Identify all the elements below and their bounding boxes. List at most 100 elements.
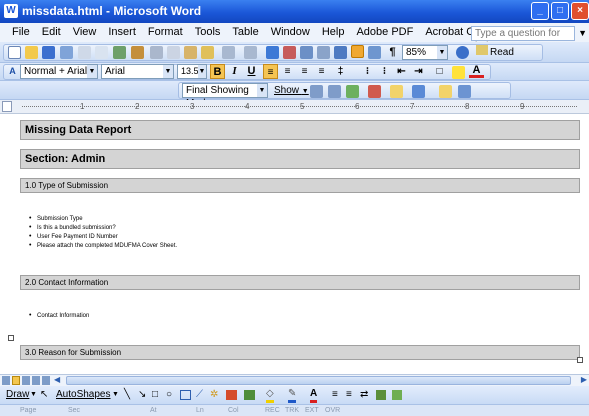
menu-insert[interactable]: Insert xyxy=(108,23,136,42)
accept-change-icon[interactable] xyxy=(346,85,359,98)
styles-pane-icon[interactable]: A xyxy=(5,64,20,79)
insert-table-icon[interactable] xyxy=(300,46,313,59)
horizontal-ruler[interactable]: 1 2 3 4 5 6 7 8 9 xyxy=(0,100,589,114)
show-hide-icon[interactable]: ¶ xyxy=(385,45,400,60)
line-tool-icon[interactable]: ╲ xyxy=(124,386,130,404)
track-changes-icon[interactable] xyxy=(412,85,425,98)
align-center-icon[interactable]: ≡ xyxy=(280,64,295,79)
cut-icon[interactable] xyxy=(150,46,163,59)
zoom-combo[interactable]: 85% ▼ xyxy=(402,45,448,60)
font-size-dropdown-icon[interactable]: ▼ xyxy=(198,65,206,78)
increase-indent-icon[interactable]: ⇥ xyxy=(411,64,426,79)
line-spacing-icon[interactable]: ‡ xyxy=(333,64,348,79)
bullets-icon[interactable]: ⁝ xyxy=(377,64,392,79)
reject-change-icon[interactable] xyxy=(368,85,381,98)
align-right-icon[interactable]: ≡ xyxy=(297,64,312,79)
markup-dropdown-icon[interactable]: ▼ xyxy=(257,84,267,97)
justify-icon[interactable]: ≡ xyxy=(314,64,329,79)
menu-format[interactable]: Format xyxy=(148,23,183,42)
redo-icon[interactable] xyxy=(244,46,257,59)
borders-icon[interactable]: □ xyxy=(432,64,447,79)
clip-art-icon[interactable] xyxy=(226,390,237,400)
reviewing-pane-toggle-icon[interactable] xyxy=(458,85,471,98)
line-color-icon[interactable]: ✎ xyxy=(288,388,297,403)
paste-icon[interactable] xyxy=(184,46,197,59)
rectangle-tool-icon[interactable]: □ xyxy=(152,386,158,404)
status-ext[interactable]: EXT xyxy=(305,405,319,416)
scroll-left-icon[interactable]: ◀ xyxy=(54,375,60,384)
read-button[interactable]: Read xyxy=(476,45,514,60)
bold-button[interactable]: B xyxy=(210,64,225,79)
menu-file[interactable]: File xyxy=(12,23,30,42)
status-ovr[interactable]: OVR xyxy=(325,405,340,416)
next-change-icon[interactable] xyxy=(328,85,341,98)
maximize-button[interactable]: □ xyxy=(551,2,569,20)
insert-excel-icon[interactable] xyxy=(317,46,330,59)
align-left-button[interactable]: ≡ xyxy=(263,64,278,79)
text-box-icon[interactable] xyxy=(180,390,191,400)
underline-button[interactable]: U xyxy=(244,64,259,79)
numbering-icon[interactable]: ⁝ xyxy=(360,64,375,79)
menu-window[interactable]: Window xyxy=(271,23,310,42)
autoshapes-menu-button[interactable]: AutoShapes xyxy=(56,386,111,404)
scroll-thumb[interactable] xyxy=(66,376,571,385)
style-dropdown-icon[interactable]: ▼ xyxy=(87,65,97,78)
arrow-style-icon[interactable]: ⇄ xyxy=(360,386,368,404)
copy-icon[interactable] xyxy=(167,46,180,59)
permission-icon[interactable] xyxy=(60,46,73,59)
style-combo[interactable]: Normal + Arial, ▼ xyxy=(20,64,98,79)
zoom-dropdown-icon[interactable]: ▼ xyxy=(437,46,447,59)
help-icon[interactable] xyxy=(456,46,469,59)
oval-tool-icon[interactable]: ○ xyxy=(166,386,172,404)
arrow-tool-icon[interactable]: ↘ xyxy=(138,386,146,404)
research-icon[interactable] xyxy=(131,46,144,59)
print-layout-view-icon[interactable] xyxy=(22,376,30,385)
table-move-handle[interactable] xyxy=(8,335,14,341)
print-preview-icon[interactable] xyxy=(95,46,108,59)
help-search-input[interactable]: Type a question for help xyxy=(471,26,575,52)
menu-table[interactable]: Table xyxy=(232,23,258,42)
diagram-icon[interactable]: ✲ xyxy=(210,386,218,404)
columns-icon[interactable] xyxy=(334,46,347,59)
3d-style-icon[interactable] xyxy=(392,390,402,400)
horizontal-scrollbar[interactable]: ◀ ▶ xyxy=(0,374,589,386)
table-resize-handle[interactable] xyxy=(577,357,583,363)
normal-view-icon[interactable] xyxy=(2,376,10,385)
insert-picture-icon[interactable] xyxy=(244,390,255,400)
outline-view-icon[interactable] xyxy=(32,376,40,385)
scroll-right-icon[interactable]: ▶ xyxy=(581,375,587,384)
document-map-icon[interactable] xyxy=(368,46,381,59)
select-objects-icon[interactable]: ↖ xyxy=(40,386,48,404)
previous-change-icon[interactable] xyxy=(310,85,323,98)
open-folder-icon[interactable] xyxy=(25,46,38,59)
tab-selector-icon[interactable] xyxy=(2,101,12,112)
minimize-button[interactable]: _ xyxy=(531,2,549,20)
menu-view[interactable]: View xyxy=(73,23,97,42)
display-for-review-combo[interactable]: Final Showing Markup ▼ xyxy=(182,83,268,109)
font-size-combo[interactable]: 13.5 ▼ xyxy=(177,64,207,79)
font-combo[interactable]: Arial ▼ xyxy=(101,64,174,79)
reading-layout-view-icon[interactable] xyxy=(42,376,50,385)
shadow-style-icon[interactable] xyxy=(376,390,386,400)
menu-help[interactable]: Help xyxy=(322,23,345,42)
close-button[interactable]: × xyxy=(571,2,589,20)
draw-menu-button[interactable]: Draw xyxy=(6,386,29,404)
font-dropdown-icon[interactable]: ▼ xyxy=(163,65,173,78)
drawing-icon[interactable] xyxy=(351,45,364,58)
new-comment-icon[interactable] xyxy=(390,85,403,98)
help-dropdown-icon[interactable]: ▼ xyxy=(578,26,587,41)
new-document-icon[interactable] xyxy=(8,46,21,59)
undo-icon[interactable] xyxy=(222,46,235,59)
print-icon[interactable] xyxy=(78,46,91,59)
document-area[interactable]: Missing Data Report Section: Admin 1.0 T… xyxy=(0,114,589,370)
decrease-indent-icon[interactable]: ⇤ xyxy=(394,64,409,79)
show-menu-button[interactable]: Show ▼ xyxy=(274,83,309,99)
menu-edit[interactable]: Edit xyxy=(42,23,61,42)
fill-color-icon[interactable]: ◇ xyxy=(266,388,274,403)
status-trk[interactable]: TRK xyxy=(285,405,299,416)
highlight-icon[interactable] xyxy=(452,66,465,79)
line-style-icon[interactable]: ≡ xyxy=(332,386,338,404)
tables-borders-icon[interactable] xyxy=(283,46,296,59)
web-layout-view-icon[interactable] xyxy=(12,376,20,385)
hyperlink-icon[interactable] xyxy=(266,46,279,59)
